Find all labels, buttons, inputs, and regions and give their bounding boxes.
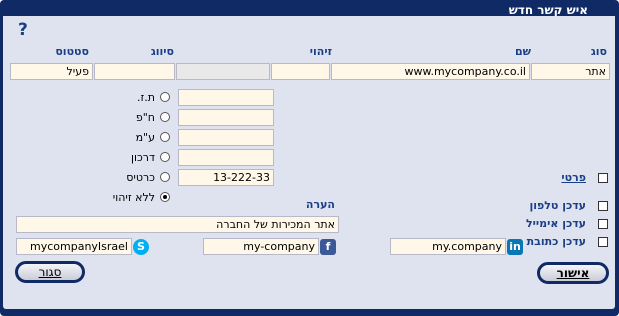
facebook-icon: f <box>320 239 336 255</box>
dialog-body: ? סוג שם זיהוי סיווג סטטוס אתר www.mycom… <box>3 16 615 309</box>
private-checkbox[interactable] <box>598 173 608 183</box>
card-field[interactable]: 13-222-33 <box>178 169 274 186</box>
update-email-label: עדכן אימייל <box>526 217 586 230</box>
update-address-checkbox[interactable] <box>598 237 608 247</box>
company-number-field[interactable] <box>178 109 274 126</box>
skype-field[interactable]: mycompanyIsrael <box>16 238 132 255</box>
id-field[interactable] <box>271 63 330 80</box>
update-phone-checkbox[interactable] <box>598 201 608 211</box>
dialog-window: איש קשר חדש ? סוג שם זיהוי סיווג סטטוס א… <box>0 0 619 316</box>
title-bar: איש קשר חדש <box>30 2 616 17</box>
dealer-number-field[interactable] <box>178 129 274 146</box>
ok-button[interactable]: אישור <box>537 262 609 284</box>
id-extra-field <box>176 63 270 80</box>
type-field[interactable]: אתר <box>531 63 610 80</box>
radio-card[interactable] <box>160 172 170 182</box>
radio-company-number[interactable] <box>160 112 170 122</box>
id-number-field[interactable] <box>178 89 274 106</box>
facebook-field[interactable]: my-company <box>203 238 319 255</box>
radio-company-number-label: ח"פ <box>135 111 155 124</box>
header-type: סוג <box>590 45 607 58</box>
linkedin-icon: in <box>507 239 523 255</box>
header-name: שם <box>514 45 531 58</box>
radio-no-id[interactable] <box>160 192 170 202</box>
update-email-checkbox[interactable] <box>598 219 608 229</box>
note-field[interactable]: אתר המכירות של החברה <box>16 216 339 233</box>
passport-field[interactable] <box>178 149 274 166</box>
note-label: הערה <box>305 198 335 211</box>
radio-dealer-number-label: ע"מ <box>135 131 155 144</box>
skype-icon: S <box>133 239 149 255</box>
private-label: פרטי <box>561 171 586 184</box>
bottom-border <box>3 309 615 314</box>
radio-card-label: כרטיס <box>126 171 155 184</box>
radio-no-id-label: ללא זיהוי <box>112 191 155 204</box>
radio-id-card[interactable] <box>160 92 170 102</box>
linkedin-field[interactable]: my.company <box>390 238 506 255</box>
header-status: סטטוס <box>55 45 89 58</box>
radio-passport-label: דרכון <box>130 151 155 164</box>
update-phone-label: עדכן טלפון <box>529 199 586 212</box>
header-id: זיהוי <box>309 45 332 58</box>
header-classification: סיווג <box>150 45 174 58</box>
close-button[interactable]: סגור <box>15 261 85 283</box>
name-field[interactable]: www.mycompany.co.il <box>331 63 530 80</box>
radio-id-card-label: ת.ז. <box>136 91 155 104</box>
radio-dealer-number[interactable] <box>160 132 170 142</box>
status-field[interactable]: פעיל <box>10 63 93 80</box>
update-address-label: עדכן כתובת <box>526 235 586 248</box>
classification-field[interactable] <box>94 63 175 80</box>
help-icon[interactable]: ? <box>18 20 28 40</box>
dialog-title: איש קשר חדש <box>508 3 588 17</box>
radio-passport[interactable] <box>160 152 170 162</box>
